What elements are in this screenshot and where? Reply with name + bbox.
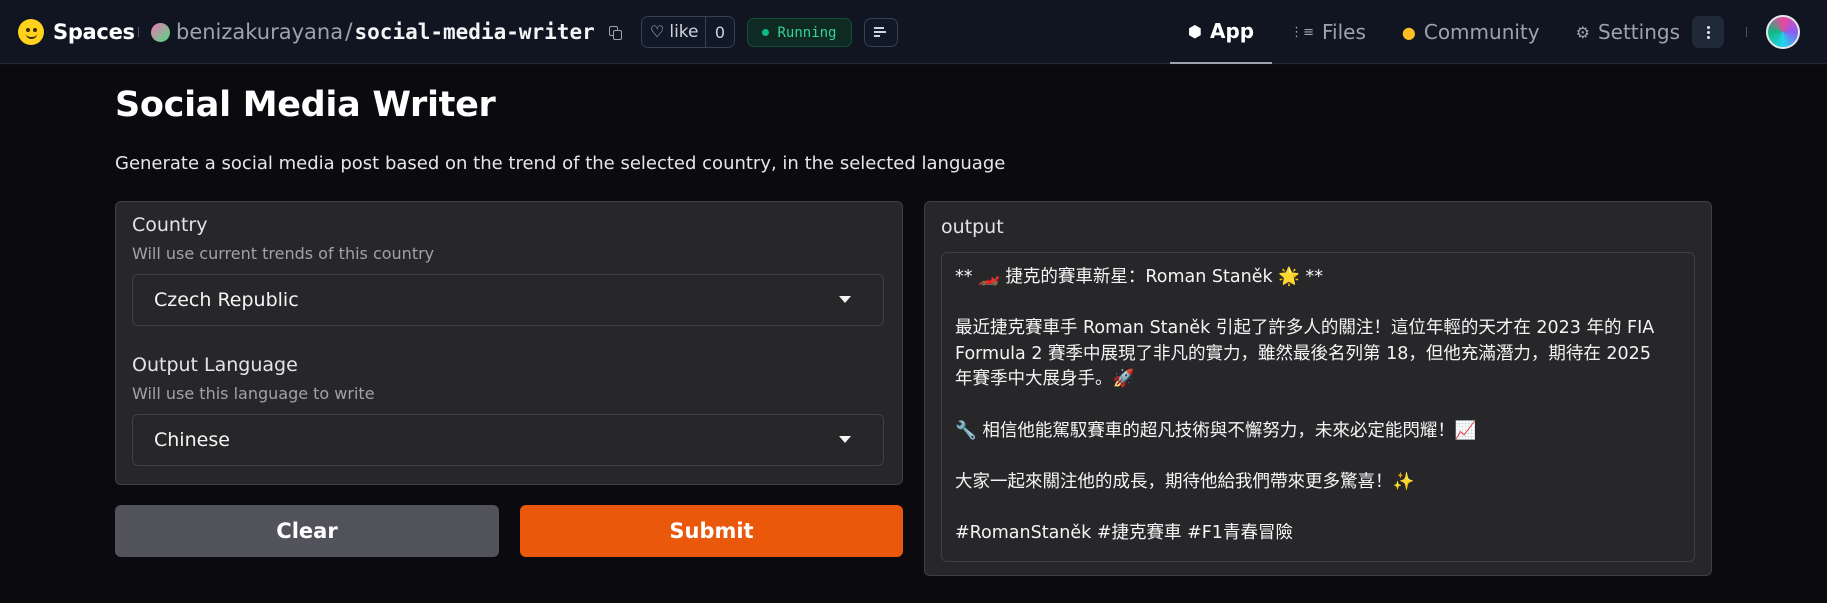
clear-button[interactable]: Clear <box>115 505 499 557</box>
logs-icon <box>874 27 888 38</box>
user-avatar[interactable] <box>1766 15 1800 49</box>
output-panel: output ** 🏎️ 捷克的賽車新星：Roman Staněk 🌟 ** 最近… <box>924 201 1712 576</box>
output-blank-line <box>955 444 1682 470</box>
chevron-down-icon <box>839 296 851 303</box>
language-value: Chinese <box>154 429 230 451</box>
output-blank-line <box>955 495 1682 521</box>
output-line: 最近捷克賽車手 Roman Staněk 引起了許多人的關注！這位年輕的天才在 … <box>955 318 1655 339</box>
gear-icon: ⚙ <box>1575 22 1590 42</box>
chevron-down-icon <box>839 436 851 443</box>
spaces-home-link[interactable]: Spaces <box>18 17 135 47</box>
inputs-panel: Country Will use current trends of this … <box>115 201 903 485</box>
output-label: output <box>941 216 1004 238</box>
divider <box>1746 27 1747 37</box>
output-line: ** 🏎️ 捷克的賽車新星：Roman Staněk 🌟 ** <box>955 267 1324 287</box>
owner-link[interactable]: benizakurayana <box>176 20 343 44</box>
output-blank-line <box>955 291 1682 317</box>
like-label: like <box>669 22 699 42</box>
like-count[interactable]: 0 <box>706 23 734 42</box>
like-button[interactable]: ♡ like <box>642 17 706 47</box>
tab-community-label: Community <box>1423 20 1540 44</box>
submit-button[interactable]: Submit <box>520 505 903 557</box>
top-bar: Spaces benizakurayana / social-media-wri… <box>0 0 1827 64</box>
owner-avatar <box>151 22 170 42</box>
logs-button[interactable] <box>864 18 898 47</box>
output-line: 大家一起來關注他的成長，期待他給我們帶來更多驚喜！✨ <box>955 471 1415 492</box>
tab-app-label: App <box>1209 19 1255 43</box>
tab-settings[interactable]: ⚙ Settings <box>1558 0 1698 64</box>
page-description: Generate a social media post based on th… <box>115 153 1006 174</box>
hugging-face-logo-icon <box>18 19 44 45</box>
community-icon: ● <box>1401 22 1416 42</box>
space-nav: ⬢ App ⋮≡ Files ● Community ⚙ Settings <box>1170 0 1698 64</box>
like-group: ♡ like 0 <box>641 16 735 48</box>
country-info: Will use current trends of this country <box>132 244 435 263</box>
space-breadcrumb: benizakurayana / social-media-writer <box>151 17 595 47</box>
cube-icon: ⬢ <box>1188 21 1202 41</box>
output-line: 🔧 相信他能駕馭賽車的超凡技術與不懈努力，未來必定能閃耀！📈 <box>955 420 1477 441</box>
divider <box>138 27 139 37</box>
output-line: 年賽季中大展身手。🚀 <box>955 369 1135 390</box>
tab-app[interactable]: ⬢ App <box>1170 0 1273 64</box>
tab-settings-label: Settings <box>1597 20 1680 44</box>
language-info: Will use this language to write <box>132 384 375 403</box>
status-badge[interactable]: Running <box>747 18 852 47</box>
output-textbox[interactable]: ** 🏎️ 捷克的賽車新星：Roman Staněk 🌟 ** 最近捷克賽車手 R… <box>941 252 1695 562</box>
spaces-label: Spaces <box>53 20 135 44</box>
status-dot-icon <box>762 29 770 36</box>
page-title: Social Media Writer <box>115 85 496 125</box>
more-options-button[interactable] <box>1692 16 1724 48</box>
app-container: Social Media Writer Generate a social me… <box>0 65 1827 603</box>
status-text: Running <box>777 24 837 41</box>
output-line: #RomanStaněk #捷克賽車 #F1青春冒險 <box>955 522 1293 543</box>
copy-icon[interactable] <box>609 26 623 40</box>
tab-files[interactable]: ⋮≡ Files <box>1272 0 1384 64</box>
country-value: Czech Republic <box>154 289 299 311</box>
language-label: Output Language <box>132 354 298 376</box>
country-label: Country <box>132 214 208 236</box>
heart-icon: ♡ <box>650 22 665 41</box>
tab-files-label: Files <box>1322 20 1366 44</box>
country-dropdown[interactable]: Czech Republic <box>132 274 884 326</box>
output-blank-line <box>955 393 1682 419</box>
language-dropdown[interactable]: Chinese <box>132 414 884 466</box>
tab-community[interactable]: ● Community <box>1384 0 1558 64</box>
files-icon: ⋮≡ <box>1290 24 1314 40</box>
breadcrumb-separator: / <box>345 19 353 45</box>
repo-link[interactable]: social-media-writer <box>355 20 595 44</box>
output-line: Formula 2 賽季中展現了非凡的實力，雖然最後名列第 18，但他充滿潛力，… <box>955 343 1651 364</box>
